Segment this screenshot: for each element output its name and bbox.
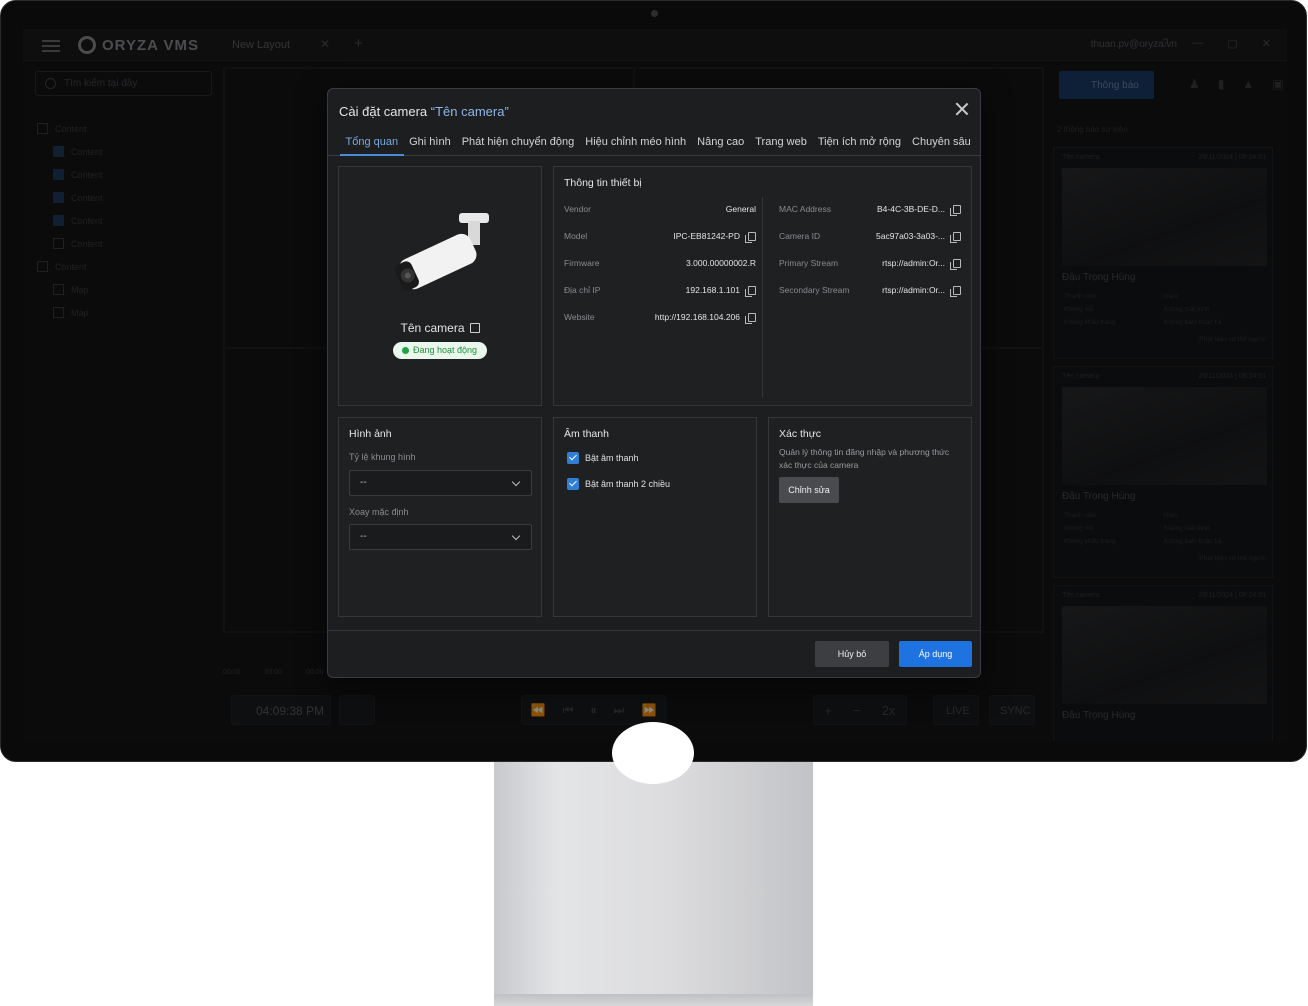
screen: ORYZA VMS New Layout ✕ + thuan.pv@oryza.…: [23, 29, 1287, 741]
tab-4[interactable]: Nâng cao: [692, 129, 750, 156]
tab-1[interactable]: Ghi hình: [404, 129, 457, 156]
stand-cutout: [612, 722, 694, 784]
auth-title: Xác thực: [779, 428, 822, 440]
tab-2[interactable]: Phát hiện chuyển động: [456, 129, 580, 156]
edit-icon[interactable]: [469, 323, 480, 333]
info-label: Firmware: [564, 258, 600, 268]
info-value: 5ac97a03-3a03-...: [876, 231, 945, 241]
info-value: 192.168.1.101: [685, 285, 740, 295]
info-label: Địa chỉ IP: [564, 285, 601, 295]
info-row: Camera ID 5ac97a03-3a03-...: [779, 231, 961, 243]
audio-panel: Âm thanh Bật âm thanh Bật âm thanh 2 chi…: [553, 417, 757, 617]
checkbox-checked-icon: [567, 478, 579, 490]
close-icon[interactable]: [954, 101, 970, 117]
info-label: Camera ID: [779, 231, 821, 241]
info-row: Secondary Stream rtsp://admin:Or...: [779, 285, 961, 297]
enable-two-way-label: Bật âm thanh 2 chiều: [585, 479, 671, 489]
apply-button[interactable]: Áp dụng: [899, 641, 972, 667]
aspect-ratio-select[interactable]: --: [349, 470, 532, 496]
webcam-dot: [651, 10, 658, 17]
camera-preview-panel: Tên camera Đang hoạt động: [338, 166, 542, 406]
info-value: http://192.168.104.206: [654, 312, 740, 322]
info-value: rtsp://admin:Or...: [882, 285, 945, 295]
copy-icon[interactable]: [950, 259, 961, 270]
info-value: General: [725, 204, 756, 214]
tab-7[interactable]: Chuyên sâu: [907, 129, 977, 156]
chevron-down-icon: [511, 477, 521, 487]
settings-tabs: Tổng quan Ghi hình Phát hiện chuyển động Hi…: [328, 129, 980, 156]
info-value: 3.000.00000002.R: [686, 258, 756, 268]
dialog-title-camera: “Tên camera”: [430, 104, 509, 119]
info-label: Website: [564, 312, 595, 322]
info-label: Vendor: [564, 204, 591, 214]
info-row: Vendor General: [564, 204, 756, 216]
info-row: Firmware 3.000.00000002.R: [564, 258, 756, 270]
rotation-select[interactable]: --: [349, 524, 532, 550]
device-info-panel: Thông tin thiết bị Vendor General Model IPC…: [553, 166, 972, 406]
copy-icon[interactable]: [950, 232, 961, 243]
monitor-stand: [494, 722, 813, 1006]
rotation-value: --: [360, 531, 367, 542]
edit-credentials-button[interactable]: Chỉnh sửa: [779, 477, 839, 503]
enable-two-way-audio-checkbox[interactable]: Bật âm thanh 2 chiều: [567, 478, 670, 490]
info-row: Địa chỉ IP 192.168.1.101: [564, 285, 756, 297]
device-info-title: Thông tin thiết bị: [564, 177, 642, 189]
dialog-title-prefix: Cài đặt camera: [339, 104, 431, 119]
tab-0[interactable]: Tổng quan: [340, 129, 404, 156]
divider: [762, 197, 763, 397]
status-dot: [402, 347, 409, 354]
auth-panel: Xác thực Quản lý thông tin đăng nhập và …: [768, 417, 972, 617]
copy-icon[interactable]: [745, 232, 756, 243]
auth-description: Quản lý thông tin đăng nhập và phương th…: [779, 447, 950, 470]
tab-5[interactable]: Trang web: [750, 129, 813, 156]
checkbox-checked-icon: [567, 452, 579, 464]
info-label: Secondary Stream: [779, 285, 850, 295]
rotation-label: Xoay mặc định: [349, 507, 409, 517]
info-row: Primary Stream rtsp://admin:Or...: [779, 258, 961, 270]
footer-divider: [328, 630, 980, 631]
stand-base: [494, 994, 813, 1006]
aspect-ratio-label: Tỷ lệ khung hình: [349, 452, 416, 462]
info-row: Website http://192.168.104.206: [564, 312, 756, 324]
info-label: Model: [564, 231, 588, 241]
enable-audio-label: Bật âm thanh: [585, 453, 639, 463]
dialog-title: Cài đặt camera “Tên camera”: [339, 104, 509, 119]
camera-image: [394, 213, 489, 291]
camera-settings-dialog: Cài đặt camera “Tên camera” Tổng quan Ghi…: [327, 88, 981, 678]
info-row: MAC Address B4-4C-3B-DE-D...: [779, 204, 961, 216]
camera-name: Tên camera: [339, 321, 541, 335]
monitor-bezel: ORYZA VMS New Layout ✕ + thuan.pv@oryza.…: [0, 0, 1307, 762]
camera-name-text: Tên camera: [400, 321, 465, 335]
copy-icon[interactable]: [950, 286, 961, 297]
info-label: Primary Stream: [779, 258, 839, 268]
info-value: IPC-EB81242-PD: [673, 231, 740, 241]
image-panel: Hình ảnh Tỷ lệ khung hình -- Xoay mặc đị…: [338, 417, 542, 617]
tab-3[interactable]: Hiệu chỉnh méo hình: [580, 129, 692, 156]
cancel-button[interactable]: Hủy bỏ: [815, 641, 889, 667]
info-row: Model IPC-EB81242-PD: [564, 231, 756, 243]
copy-icon[interactable]: [745, 313, 756, 324]
info-value: B4-4C-3B-DE-D...: [876, 204, 945, 214]
info-label: MAC Address: [779, 204, 831, 214]
tab-6[interactable]: Tiện ích mở rộng: [812, 129, 906, 156]
status-badge: Đang hoạt động: [393, 342, 487, 359]
stage: ORYZA VMS New Layout ✕ + thuan.pv@oryza.…: [0, 0, 1308, 1006]
enable-audio-checkbox[interactable]: Bật âm thanh: [567, 452, 639, 464]
audio-title: Âm thanh: [564, 428, 609, 440]
copy-icon[interactable]: [950, 205, 961, 216]
image-title: Hình ảnh: [349, 428, 392, 440]
info-value: rtsp://admin:Or...: [882, 258, 945, 268]
chevron-down-icon: [511, 531, 521, 541]
status-text: Đang hoạt động: [413, 345, 478, 355]
copy-icon[interactable]: [745, 286, 756, 297]
aspect-ratio-value: --: [360, 477, 367, 488]
